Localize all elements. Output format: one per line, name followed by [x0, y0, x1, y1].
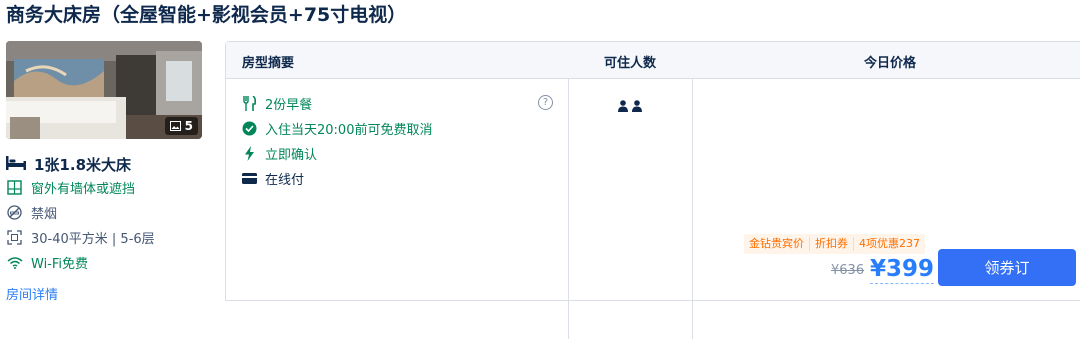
book-button[interactable]: 领券订	[938, 249, 1076, 286]
bed-label: 1张1.8米大床	[34, 156, 132, 174]
discount-count-tag: 4项优惠237	[859, 237, 920, 250]
no-smoking-icon	[6, 204, 23, 221]
summary-free-cancel: 入住当天20:00前可免费取消	[242, 119, 432, 138]
feature-label: 禁烟	[31, 207, 58, 222]
summary-label: 2份早餐	[265, 98, 313, 113]
feature-no-smoking: 禁烟	[6, 203, 57, 222]
feature-label: 窗外有墙体或遮挡	[31, 182, 136, 197]
check-circle-icon	[242, 121, 257, 136]
summary-label: 在线付	[265, 173, 305, 188]
summary-label: 立即确认	[265, 148, 318, 163]
header-summary: 房型摘要	[242, 56, 295, 71]
breakfast-icon	[242, 96, 257, 111]
room-details-link[interactable]: 房间详情	[6, 284, 58, 303]
photo-count-badge: 5	[164, 117, 198, 135]
header-price: 今日价格	[864, 56, 917, 71]
summary-instant-confirm: 立即确认	[242, 144, 317, 163]
room-title: 商务大床房（全屋智能+影视会员+75寸电视）	[6, 4, 407, 26]
window-icon	[6, 179, 23, 196]
photo-count: 5	[184, 119, 193, 133]
person-icon	[618, 97, 628, 116]
guest-capacity	[618, 97, 642, 116]
discount-tags[interactable]: 金钻贵宾价 折扣券 4项优惠237	[744, 234, 925, 254]
room-photo[interactable]: 5	[6, 41, 202, 139]
feature-label: Wi-Fi免费	[31, 257, 89, 272]
coupon-tag: 折扣券	[810, 237, 854, 251]
image-icon	[169, 121, 181, 131]
column-divider	[692, 79, 693, 339]
rate-table: 房型摘要 可住人数 今日价格 2份早餐 入住当天20:00前可免费取消 立即确认…	[225, 41, 1080, 339]
bed-icon	[6, 155, 26, 174]
feature-label: 30-40平方米 | 5-6层	[31, 232, 155, 247]
wifi-icon	[6, 254, 23, 271]
lightning-icon	[242, 146, 257, 161]
bed-info: 1张1.8米大床	[6, 154, 131, 175]
current-price[interactable]: ¥399	[870, 255, 935, 284]
card-icon	[242, 171, 257, 186]
summary-label: 入住当天20:00前可免费取消	[265, 123, 433, 138]
original-price: ¥636	[831, 263, 865, 278]
header-guests: 可住人数	[604, 56, 657, 71]
person-icon	[632, 97, 642, 116]
help-icon[interactable]: ?	[538, 95, 553, 110]
feature-room-size: 30-40平方米 | 5-6层	[6, 228, 155, 247]
feature-window: 窗外有墙体或遮挡	[6, 178, 135, 197]
rate-table-header: 房型摘要 可住人数 今日价格	[226, 42, 1080, 79]
summary-pay-online: 在线付	[242, 169, 304, 188]
room-size-icon	[6, 229, 23, 246]
column-divider	[568, 79, 569, 339]
feature-wifi: Wi-Fi免费	[6, 253, 88, 272]
summary-breakfast: 2份早餐	[242, 94, 312, 113]
vip-price-tag: 金钻贵宾价	[744, 237, 810, 251]
